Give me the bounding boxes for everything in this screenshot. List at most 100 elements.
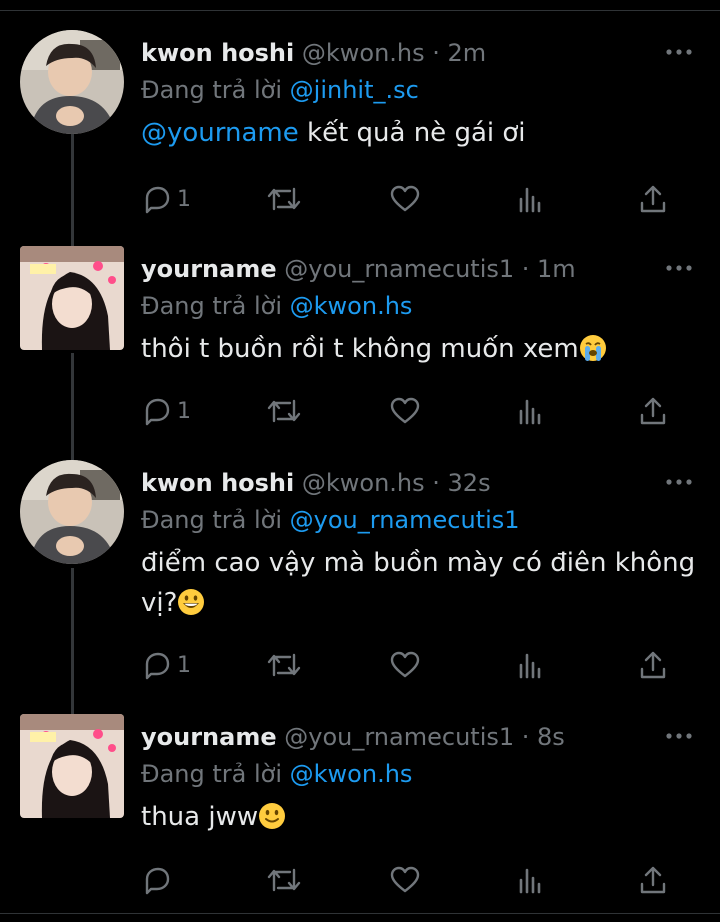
more-options-icon[interactable] (664, 728, 694, 744)
bottom-divider (0, 913, 720, 914)
username[interactable]: @you_rnamecutis1 (284, 255, 514, 283)
reply-icon (145, 652, 170, 680)
reply-button[interactable]: 1 (141, 645, 191, 685)
share-icon (640, 185, 666, 213)
more-options-icon[interactable] (664, 260, 694, 276)
reply-icon (145, 186, 170, 214)
share-button[interactable] (637, 645, 669, 685)
retweet-icon (267, 399, 301, 423)
reply-mention[interactable]: @jinhit_.sc (290, 76, 419, 104)
retweet-button[interactable] (266, 179, 302, 219)
like-icon (390, 397, 420, 424)
display-name[interactable]: kwon hoshi (141, 469, 294, 497)
replying-to: Đang trả lời @you_rnamecutis1 (141, 505, 520, 535)
retweet-icon (267, 187, 301, 211)
reply-icon (145, 398, 170, 426)
grinning-face-emoji (178, 589, 205, 615)
avatar[interactable] (20, 30, 124, 134)
tweet-text-content: kết quả nè gái ơi (298, 118, 526, 148)
retweet-button[interactable] (266, 860, 302, 900)
reply-prefix: Đang trả lời (141, 760, 283, 788)
reply-mention[interactable]: @kwon.hs (290, 760, 413, 788)
tweet[interactable]: yourname @you_rnamecutis1 · 8s Đang trả … (0, 714, 720, 904)
views-button[interactable] (515, 179, 547, 219)
views-button[interactable] (515, 645, 547, 685)
views-button[interactable] (515, 391, 547, 431)
tweet-actions: 1 (141, 391, 681, 431)
timestamp[interactable]: 8s (537, 723, 565, 751)
tweet-text: thua jww (141, 797, 701, 837)
avatar[interactable] (20, 460, 124, 564)
username[interactable]: @kwon.hs (302, 469, 425, 497)
like-button[interactable] (389, 179, 421, 219)
timestamp[interactable]: 2m (448, 39, 487, 67)
tweet-text: @yourname kết quả nè gái ơi (141, 113, 701, 153)
replying-to: Đang trả lời @jinhit_.sc (141, 75, 419, 105)
like-button[interactable] (389, 860, 421, 900)
tweet[interactable]: kwon hoshi @kwon.hs · 2m Đang trả lời @j… (0, 30, 720, 230)
reply-mention[interactable]: @kwon.hs (290, 292, 413, 320)
tweet-text-content: thua jww (141, 802, 259, 832)
reply-count: 1 (177, 398, 191, 424)
mention-link[interactable]: @yourname (141, 118, 299, 148)
replying-to: Đang trả lời @kwon.hs (141, 759, 412, 789)
tweet-header: kwon hoshi @kwon.hs · 2m (141, 38, 486, 68)
share-button[interactable] (637, 179, 669, 219)
views-icon (519, 653, 541, 679)
timestamp[interactable]: 1m (537, 255, 576, 283)
like-button[interactable] (389, 391, 421, 431)
retweet-button[interactable] (266, 645, 302, 685)
tweet-header: kwon hoshi @kwon.hs · 32s (141, 468, 491, 498)
views-icon (519, 868, 541, 894)
loudly-crying-face-emoji (579, 335, 606, 361)
tweet-actions (141, 860, 681, 900)
display-name[interactable]: yourname (141, 255, 277, 283)
avatar[interactable] (20, 246, 124, 350)
reply-icon (145, 867, 170, 895)
share-button[interactable] (637, 391, 669, 431)
more-options-icon[interactable] (664, 474, 694, 490)
share-icon (640, 397, 666, 425)
username[interactable]: @kwon.hs (302, 39, 425, 67)
username[interactable]: @you_rnamecutis1 (284, 723, 514, 751)
reply-count: 1 (177, 186, 191, 212)
views-icon (519, 399, 541, 425)
like-icon (390, 866, 420, 893)
reply-button[interactable]: 1 (141, 391, 191, 431)
separator: · (514, 723, 538, 751)
timestamp[interactable]: 32s (448, 469, 491, 497)
slightly-smiling-face-emoji (259, 803, 286, 829)
views-icon (519, 187, 541, 213)
retweet-icon (267, 653, 301, 677)
display-name[interactable]: kwon hoshi (141, 39, 294, 67)
reply-button[interactable] (141, 860, 177, 900)
retweet-button[interactable] (266, 391, 302, 431)
tweet-actions: 1 (141, 645, 681, 685)
replying-to: Đang trả lời @kwon.hs (141, 291, 412, 321)
reply-button[interactable]: 1 (141, 179, 191, 219)
share-icon (640, 651, 666, 679)
share-button[interactable] (637, 860, 669, 900)
tweet[interactable]: yourname @you_rnamecutis1 · 1m Đang trả … (0, 246, 720, 446)
retweet-icon (267, 868, 301, 892)
tweet-header: yourname @you_rnamecutis1 · 1m (141, 254, 576, 284)
views-button[interactable] (515, 860, 547, 900)
reply-prefix: Đang trả lời (141, 292, 283, 320)
display-name[interactable]: yourname (141, 723, 277, 751)
reply-mention[interactable]: @you_rnamecutis1 (290, 506, 520, 534)
avatar[interactable] (20, 714, 124, 818)
reply-prefix: Đang trả lời (141, 506, 283, 534)
separator: · (514, 255, 538, 283)
separator: · (424, 39, 448, 67)
like-icon (390, 185, 420, 212)
like-icon (390, 651, 420, 678)
reply-count: 1 (177, 652, 191, 678)
separator: · (424, 469, 448, 497)
more-options-icon[interactable] (664, 44, 694, 60)
share-icon (640, 866, 666, 894)
reply-prefix: Đang trả lời (141, 76, 283, 104)
tweet[interactable]: kwon hoshi @kwon.hs · 32s Đang trả lời @… (0, 460, 720, 700)
tweet-header: yourname @you_rnamecutis1 · 8s (141, 722, 565, 752)
like-button[interactable] (389, 645, 421, 685)
tweet-text: thôi t buồn rồi t không muốn xem (141, 329, 701, 369)
